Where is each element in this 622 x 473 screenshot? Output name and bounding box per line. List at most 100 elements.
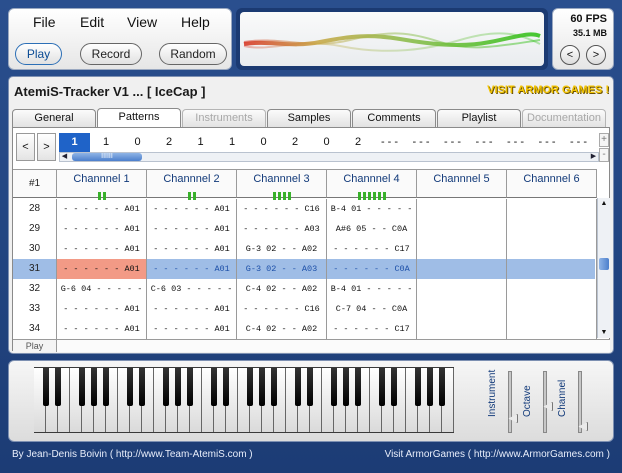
scroll-down-icon[interactable]: ▼ — [599, 328, 609, 337]
note-cell[interactable]: - - - - - - A03 — [237, 219, 327, 239]
order-cell[interactable]: 0 — [311, 133, 342, 152]
tab-comments[interactable]: Comments — [352, 109, 436, 127]
tab-general[interactable]: General — [12, 109, 96, 127]
black-key[interactable] — [331, 368, 337, 406]
note-cell[interactable]: - - - - - - C16 — [237, 299, 327, 319]
note-cell[interactable] — [417, 259, 507, 279]
note-cell[interactable]: - - - - - - A01 — [57, 219, 147, 239]
black-key[interactable] — [175, 368, 181, 406]
note-cell[interactable] — [507, 299, 597, 319]
note-cell[interactable]: - - - - - - A01 — [57, 319, 147, 339]
note-cell[interactable] — [507, 259, 597, 279]
channel-header[interactable]: Channnel 2 — [147, 169, 237, 200]
pattern-row[interactable]: 34- - - - - - A01- - - - - - A01 C-4 02 -… — [13, 319, 597, 339]
black-key[interactable] — [103, 368, 109, 406]
octave-slider[interactable] — [543, 371, 553, 433]
black-key[interactable] — [379, 368, 385, 406]
black-key[interactable] — [223, 368, 229, 406]
pattern-row[interactable]: 32 G-6 04 - - - - - C-6 03 - - - - - C-4 02… — [13, 279, 597, 299]
pattern-row[interactable]: 28- - - - - - A01- - - - - - A01- - - - … — [13, 199, 597, 219]
order-cell[interactable]: - - - — [406, 133, 437, 152]
order-add-button[interactable]: + — [599, 133, 609, 147]
tab-samples[interactable]: Samples — [267, 109, 351, 127]
note-cell[interactable]: - - - - - - A01 — [147, 219, 237, 239]
pattern-row[interactable]: 31- - - - - - A01- - - - - - A01 G-3 02 -… — [13, 259, 597, 279]
black-key[interactable] — [127, 368, 133, 406]
armor-games-link[interactable]: VISIT ARMOR GAMES ! — [487, 84, 609, 96]
black-key[interactable] — [91, 368, 97, 406]
tab-patterns[interactable]: Patterns — [97, 108, 181, 128]
order-prev-button[interactable]: < — [16, 133, 35, 161]
record-button[interactable]: Record — [80, 43, 142, 65]
menu-help[interactable]: Help — [181, 14, 210, 30]
order-cell[interactable]: - - - — [437, 133, 468, 152]
black-key[interactable] — [271, 368, 277, 406]
order-cell[interactable]: 1 — [217, 133, 248, 152]
octave-slider-thumb[interactable] — [543, 402, 553, 411]
menu-view[interactable]: View — [127, 14, 157, 30]
armorgames-credit[interactable]: Visit ArmorGames ( http://www.ArmorGames… — [385, 449, 610, 460]
pattern-row[interactable]: 33- - - - - - A01- - - - - - A01- - - - … — [13, 299, 597, 319]
note-cell[interactable]: G-6 04 - - - - - — [57, 279, 147, 299]
note-cell[interactable]: B-4 01 - - - - - — [327, 199, 417, 219]
black-key[interactable] — [391, 368, 397, 406]
black-key[interactable] — [187, 368, 193, 406]
note-cell[interactable]: - - - - - - A01 — [147, 199, 237, 219]
pattern-vscrollbar[interactable]: ▲ ▼ — [597, 198, 610, 338]
note-cell[interactable] — [507, 239, 597, 259]
note-cell[interactable] — [417, 319, 507, 339]
note-cell[interactable]: - - - - - - A01 — [147, 259, 237, 279]
prev-button[interactable]: < — [560, 45, 580, 65]
author-credit[interactable]: By Jean-Denis Boivin ( http://www.Team-A… — [12, 449, 253, 460]
note-cell[interactable] — [507, 319, 597, 339]
note-cell[interactable]: - - - - - - A01 — [147, 319, 237, 339]
menu-file[interactable]: File — [33, 14, 56, 30]
order-scrollbar[interactable]: ◀ IIIIII ▶ — [59, 152, 599, 162]
pattern-scroll-thumb[interactable] — [599, 258, 609, 270]
note-cell[interactable] — [417, 279, 507, 299]
black-key[interactable] — [307, 368, 313, 406]
note-cell[interactable] — [417, 199, 507, 219]
note-cell[interactable]: - - - - - - C17 — [327, 239, 417, 259]
note-cell[interactable]: - - - - - - A01 — [147, 239, 237, 259]
order-cell[interactable]: - - - — [469, 133, 500, 152]
black-key[interactable] — [247, 368, 253, 406]
note-cell[interactable]: - - - - - - A01 — [57, 239, 147, 259]
note-cell[interactable]: - - - - - - C17 — [327, 319, 417, 339]
black-key[interactable] — [79, 368, 85, 406]
note-cell[interactable]: G-3 02 - - A02 — [237, 239, 327, 259]
note-cell[interactable] — [507, 199, 597, 219]
order-cell[interactable]: - - - — [500, 133, 531, 152]
note-cell[interactable] — [417, 239, 507, 259]
order-cell[interactable]: - - - — [532, 133, 563, 152]
note-cell[interactable] — [417, 219, 507, 239]
pattern-row[interactable]: 30- - - - - - A01- - - - - - A01 G-3 02 -… — [13, 239, 597, 259]
order-cell[interactable]: 1 — [59, 133, 90, 152]
order-cell[interactable]: 2 — [280, 133, 311, 152]
menu-edit[interactable]: Edit — [80, 14, 104, 30]
black-key[interactable] — [43, 368, 49, 406]
black-key[interactable] — [139, 368, 145, 406]
instrument-slider-thumb[interactable] — [508, 414, 518, 423]
channel-header[interactable]: Channnel 6 — [507, 169, 597, 198]
note-cell[interactable]: C-7 04 - - C0A — [327, 299, 417, 319]
tab-playlist[interactable]: Playlist — [437, 109, 521, 127]
note-cell[interactable]: - - - - - - C16 — [237, 199, 327, 219]
black-key[interactable] — [355, 368, 361, 406]
note-cell[interactable]: C-4 02 - - A02 — [237, 319, 327, 339]
note-cell[interactable] — [507, 219, 597, 239]
note-cell[interactable]: C-4 02 - - A02 — [237, 279, 327, 299]
black-key[interactable] — [343, 368, 349, 406]
note-cell[interactable]: - - - - - - A01 — [147, 299, 237, 319]
order-cell[interactable]: 0 — [122, 133, 153, 152]
instrument-slider[interactable] — [508, 371, 518, 433]
play-button[interactable]: Play — [15, 43, 62, 65]
black-key[interactable] — [427, 368, 433, 406]
note-cell[interactable]: A#6 05 - - C0A — [327, 219, 417, 239]
channel-header[interactable]: Channnel 3 — [237, 169, 327, 200]
note-cell[interactable]: B-4 01 - - - - - — [327, 279, 417, 299]
order-cell[interactable]: 2 — [343, 133, 374, 152]
scroll-left-icon[interactable]: ◀ — [60, 153, 69, 161]
order-cell[interactable]: - - - — [374, 133, 405, 152]
black-key[interactable] — [415, 368, 421, 406]
